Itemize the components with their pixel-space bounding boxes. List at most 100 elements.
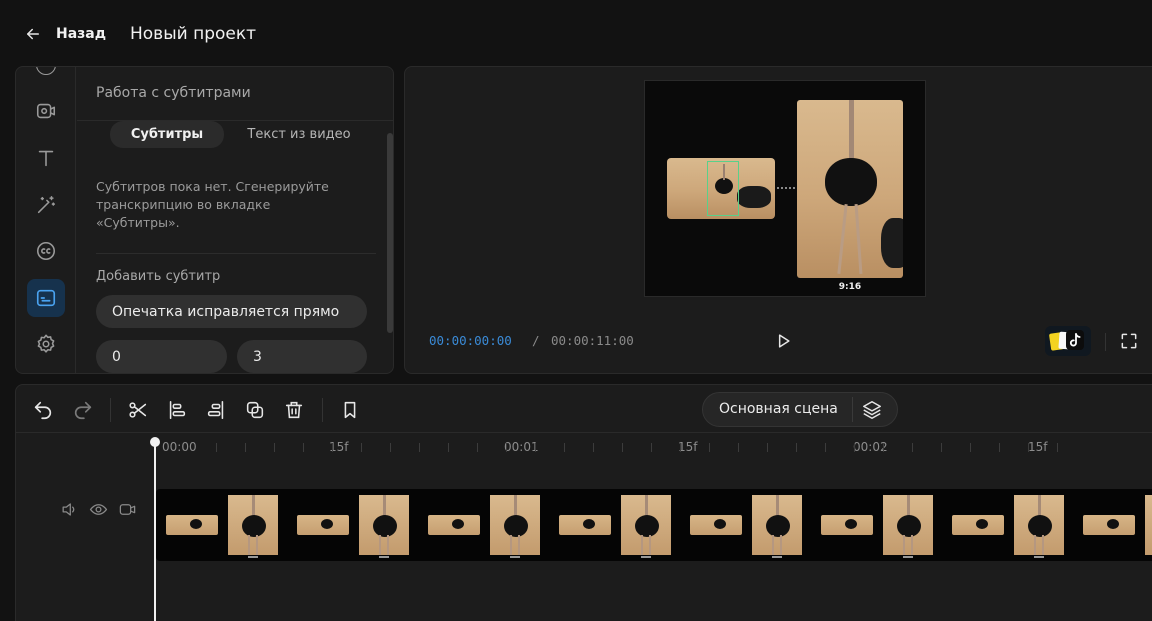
ruler-tick xyxy=(796,443,797,452)
cc-icon xyxy=(36,241,56,261)
empty-state-message: Субтитров пока нет. Сгенерируйте транскр… xyxy=(96,179,329,230)
playhead-handle[interactable] xyxy=(150,437,160,447)
panel-title: Работа с субтитрами xyxy=(96,85,251,101)
redo-button[interactable] xyxy=(72,399,94,421)
tab-text-from-video[interactable]: Текст из видео xyxy=(239,121,359,148)
tab-subtitles[interactable]: Субтитры xyxy=(110,121,224,148)
project-title: Новый проект xyxy=(130,24,257,44)
ruler-tick xyxy=(1028,443,1029,452)
aspect-ratio-label: 9:16 xyxy=(838,282,862,292)
settings-icon xyxy=(37,334,55,353)
play-button[interactable] xyxy=(773,331,793,351)
track-frame-thumbnail xyxy=(680,489,811,561)
track-frame-thumbnail xyxy=(287,489,418,561)
ruler-tick xyxy=(883,443,884,452)
back-button[interactable]: Назад xyxy=(24,22,106,46)
rail-magic-button[interactable] xyxy=(27,186,65,224)
preview-panel: 9:16 00:00:00:00 / 00:00:11:00 xyxy=(404,66,1152,374)
ruler-tick xyxy=(970,443,971,452)
delete-button[interactable] xyxy=(283,399,305,421)
track-frame-thumbnail xyxy=(1073,489,1152,561)
rail-record-button[interactable] xyxy=(27,92,65,130)
connector-line xyxy=(777,187,795,189)
tick-label: 00:00 xyxy=(162,440,197,454)
add-subtitle-label: Добавить субтитр xyxy=(96,269,221,284)
ruler-tick xyxy=(274,443,275,452)
playhead[interactable] xyxy=(154,439,156,621)
ruler-tick xyxy=(477,443,478,452)
rail-settings-button[interactable] xyxy=(27,325,65,363)
ruler-tick xyxy=(245,443,246,452)
bookmark-button[interactable] xyxy=(339,399,361,421)
partial-rail-icon xyxy=(36,67,56,75)
total-time: 00:00:11:00 xyxy=(551,333,634,348)
end-time-input[interactable]: 3 xyxy=(237,340,367,373)
fullscreen-button[interactable] xyxy=(1119,331,1139,351)
tiktok-format-icon xyxy=(1049,330,1084,351)
toolbar-divider xyxy=(322,398,323,422)
ruler-tick xyxy=(303,443,304,452)
panel-scrollbar[interactable] xyxy=(387,133,393,333)
scissors-icon xyxy=(129,402,147,418)
align-right-icon xyxy=(207,400,224,420)
duplicate-button[interactable] xyxy=(244,399,266,421)
header: Назад Новый проект xyxy=(0,0,1152,66)
align-left-icon xyxy=(169,400,186,420)
ruler-tick xyxy=(564,443,565,452)
vertical-crop-preview[interactable] xyxy=(797,100,903,278)
text-icon xyxy=(38,150,54,167)
layers-button[interactable] xyxy=(861,399,883,421)
tick-label: 15f xyxy=(1028,440,1048,454)
video-track[interactable] xyxy=(156,489,1152,561)
ruler-tick xyxy=(448,443,449,452)
ruler-tick xyxy=(593,443,594,452)
ruler-tick xyxy=(709,443,710,452)
undo-icon xyxy=(34,401,52,420)
ruler-tick xyxy=(535,443,536,452)
track-frame-thumbnail xyxy=(418,489,549,561)
ruler-tick xyxy=(854,443,855,452)
rail-cc-button[interactable] xyxy=(27,232,65,270)
align-start-button[interactable] xyxy=(166,399,188,421)
split-button[interactable] xyxy=(127,399,149,421)
rail-text-button[interactable] xyxy=(27,139,65,177)
preview-canvas[interactable]: 9:16 xyxy=(644,80,926,297)
time-separator: / xyxy=(532,333,540,348)
layers-icon xyxy=(863,401,881,419)
scene-label: Основная сцена xyxy=(719,401,838,417)
track-frame-thumbnail xyxy=(811,489,942,561)
ruler-tick xyxy=(419,443,420,452)
ruler-tick xyxy=(941,443,942,452)
ruler-tick xyxy=(767,443,768,452)
controls-divider xyxy=(1105,333,1106,351)
crop-frame[interactable] xyxy=(707,161,739,216)
ruler-tick xyxy=(651,443,652,452)
undo-button[interactable] xyxy=(32,399,54,421)
scene-selector[interactable]: Основная сцена xyxy=(702,392,898,427)
align-end-button[interactable] xyxy=(205,399,227,421)
start-time-input[interactable]: 0 xyxy=(96,340,227,373)
subtitle-text-input[interactable]: Опечатка исправляется прямо xyxy=(96,295,367,328)
rail-subtitles-button[interactable] xyxy=(27,279,65,317)
tool-rail xyxy=(16,67,76,373)
track-frame-thumbnail xyxy=(156,489,287,561)
eye-icon[interactable] xyxy=(89,500,108,519)
volume-icon[interactable] xyxy=(60,500,79,519)
ruler-tick xyxy=(506,443,507,452)
play-icon xyxy=(778,334,790,348)
toolbar-divider xyxy=(110,398,111,422)
ruler-tick xyxy=(216,443,217,452)
subtitles-icon xyxy=(36,289,56,307)
time-ruler[interactable]: 00:00 15f 00:01 15f 00:02 15f xyxy=(156,433,1152,463)
timeline-panel: Основная сцена 00:00 15f 00:01 15f 00:02… xyxy=(15,384,1152,621)
timeline-toolbar: Основная сцена xyxy=(16,385,1152,433)
bookmark-icon xyxy=(344,401,356,419)
format-selector-button[interactable] xyxy=(1045,326,1091,356)
source-clip-thumbnail[interactable] xyxy=(667,158,775,219)
camera-icon[interactable] xyxy=(118,500,137,519)
record-icon xyxy=(36,103,56,119)
subtitles-panel: Работа с субтитрами Субтитры Текст из ви… xyxy=(15,66,394,374)
trash-icon xyxy=(285,401,303,419)
ruler-tick xyxy=(390,443,391,452)
ruler-tick xyxy=(1057,443,1058,452)
